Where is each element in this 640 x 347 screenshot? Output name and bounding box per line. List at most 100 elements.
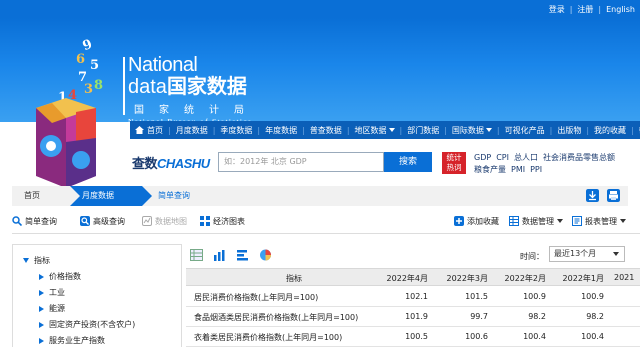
column-header[interactable]: 2021 [614, 273, 634, 282]
caret-right-icon [39, 273, 44, 280]
register-link[interactable]: 注册 [572, 4, 598, 15]
hot-word[interactable]: PMI [511, 165, 525, 174]
hot-word[interactable]: 社会消费品零售总额 [543, 153, 615, 162]
table-icon [509, 216, 519, 226]
login-link[interactable]: 登录 [544, 4, 570, 15]
hot-word[interactable]: GDP [474, 153, 491, 162]
tree-label: 能源 [49, 304, 65, 313]
divider [12, 233, 640, 234]
row-indicator[interactable]: 衣着类居民消费价格指数(上年同月=100) [194, 332, 342, 343]
table-cell: 100.5 [405, 332, 428, 341]
tree-item[interactable]: 工业 [39, 287, 65, 298]
column-header[interactable]: 2022年2月 [500, 273, 546, 284]
nav-census[interactable]: 普查数据 [305, 121, 347, 139]
search-button[interactable]: 搜索 [384, 152, 432, 172]
nav-visualization[interactable]: 可视化产品 [500, 121, 550, 139]
nav-home[interactable]: 首页 [130, 121, 168, 139]
nav-annual[interactable]: 年度数据 [260, 121, 302, 139]
chevron-down-icon [613, 252, 619, 256]
advanced-query-button[interactable]: 高级查询 [80, 212, 125, 230]
column-header[interactable]: 2022年4月 [382, 273, 428, 284]
tree-root[interactable]: 指标 [23, 255, 50, 266]
print-icon[interactable] [607, 189, 620, 202]
table-cell: 100.9 [523, 292, 546, 301]
add-favorite-button[interactable]: 添加收藏 [454, 212, 499, 230]
column-header[interactable]: 2022年3月 [442, 273, 488, 284]
breadcrumb-home[interactable]: 首页 [12, 186, 72, 206]
tool-label: 高级查询 [93, 216, 125, 226]
time-range-select[interactable]: 最近13个月 [549, 246, 625, 262]
table-cell: 101.9 [405, 312, 428, 321]
brand-bureau-cn: 国家统计局 [134, 105, 259, 116]
nav-international[interactable]: 国际数据 [447, 121, 497, 139]
bar-chart-icon[interactable] [213, 249, 226, 261]
brand-divider [123, 57, 125, 115]
tool-label: 添加收藏 [467, 216, 499, 226]
table-cell: 100.4 [523, 332, 546, 341]
chevron-down-icon [485, 128, 492, 132]
nav-label: 我的收藏 [594, 125, 627, 135]
hot-word[interactable]: 总人口 [514, 153, 538, 162]
nav-regional[interactable]: 地区数据 [350, 121, 400, 139]
breadcrumb-section[interactable]: 月度数据 [70, 186, 152, 206]
logo-digit: 8 [94, 78, 104, 93]
advanced-search-icon [80, 216, 90, 226]
header-indicator: 指标 [286, 274, 302, 283]
query-toolbar: 简单查询 高级查询 数据地图 经济图表 添加收藏 数据管理 报表管理 [12, 212, 640, 230]
pie-chart-icon[interactable] [259, 249, 272, 261]
nav-department[interactable]: 部门数据 [402, 121, 444, 139]
nav-label: 年度数据 [265, 125, 298, 135]
tree-item[interactable]: 价格指数 [39, 271, 81, 282]
time-label: 时间： [520, 252, 544, 261]
table-cell: 99.7 [470, 312, 488, 321]
logo-digit: 3 [84, 82, 94, 97]
tree-item[interactable]: 能源 [39, 303, 65, 314]
table-cell: 101.5 [465, 292, 488, 301]
hot-word[interactable]: CPI [496, 153, 509, 162]
hot-words: GDP CPI 总人口 社会消费品零售总额 粮食产量 PMI PPI [474, 152, 640, 176]
search-input[interactable]: 如：2012年 北京 GDP [218, 152, 384, 172]
table-cell: 102.1 [405, 292, 428, 301]
nav-label: 地区数据 [354, 125, 387, 135]
line-chart-icon[interactable] [236, 249, 249, 261]
nav-monthly[interactable]: 月度数据 [171, 121, 213, 139]
report-manage-dropdown[interactable]: 报表管理 [572, 212, 626, 230]
nav-label: 普查数据 [309, 125, 342, 135]
search-icon [12, 216, 22, 226]
data-manage-dropdown[interactable]: 数据管理 [509, 212, 563, 230]
site-banner: 9 6 5 7 3 1 4 8 National data国家数据 国家统计局 … [0, 18, 640, 188]
nav-quarterly[interactable]: 季度数据 [215, 121, 257, 139]
nav-publications[interactable]: 出版物 [552, 121, 586, 139]
econ-chart-button[interactable]: 经济图表 [200, 212, 245, 230]
english-link[interactable]: English [601, 5, 640, 14]
row-indicator[interactable]: 居民消费价格指数(上年同月=100) [194, 292, 318, 303]
tree-label: 服务业生产指数 [49, 336, 105, 345]
hot-word[interactable]: 粮食产量 [474, 165, 506, 174]
map-icon [142, 216, 152, 226]
tree-label: 固定资产投资(不含农户) [49, 320, 136, 329]
download-icon[interactable] [586, 189, 599, 202]
nav-help[interactable]: 帮助 [634, 121, 640, 139]
row-indicator[interactable]: 食品烟酒类居民消费价格指数(上年同月=100) [194, 312, 358, 323]
simple-query-button[interactable]: 简单查询 [12, 212, 57, 230]
nav-label: 月度数据 [175, 125, 208, 135]
table-row: 衣着类居民消费价格指数(上年同月=100) 100.5 100.6 100.4 … [186, 327, 640, 347]
table-view-icon[interactable] [190, 249, 203, 261]
table-cell: 100.6 [465, 332, 488, 341]
table-cell: 100.9 [581, 292, 604, 301]
tool-label: 经济图表 [213, 216, 245, 226]
tree-item[interactable]: 服务业生产指数 [39, 335, 105, 346]
indicator-tree: 指标 价格指数 工业 能源 固定资产投资(不含农户) 服务业生产指数 [12, 244, 182, 347]
hot-word[interactable]: PPI [530, 165, 542, 174]
nav-label: 季度数据 [220, 125, 253, 135]
time-value: 最近13个月 [554, 249, 597, 258]
nav-label: 出版物 [557, 125, 582, 135]
hot-words-badge: 统计 热词 [442, 152, 466, 174]
tree-label: 指标 [34, 256, 50, 265]
data-map-button[interactable]: 数据地图 [142, 212, 187, 230]
page-actions [586, 189, 620, 202]
tree-item[interactable]: 固定资产投资(不含农户) [39, 319, 135, 330]
nav-favorites[interactable]: 我的收藏 [589, 121, 631, 139]
column-header[interactable]: 2022年1月 [558, 273, 604, 284]
table-cell: 98.2 [586, 312, 604, 321]
